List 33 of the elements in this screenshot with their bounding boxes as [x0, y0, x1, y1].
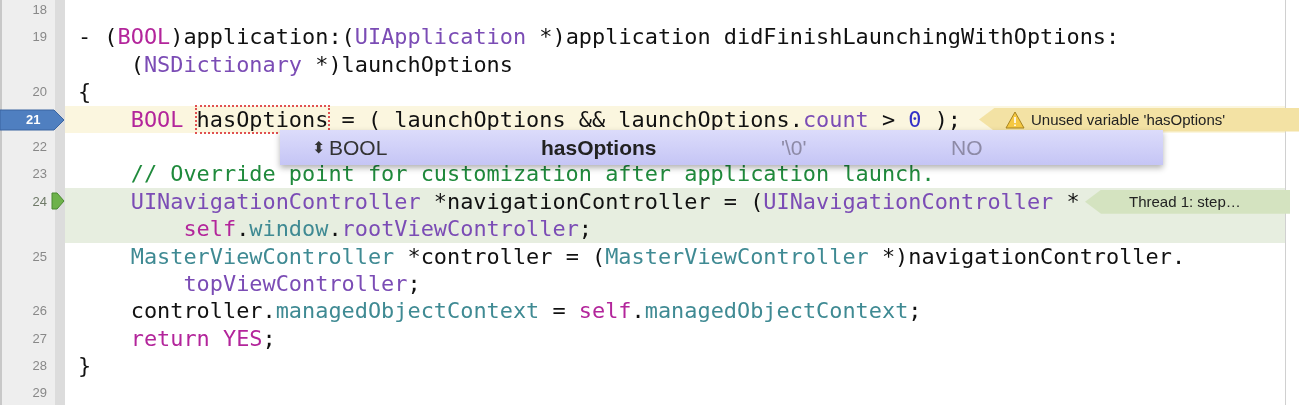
line-number: 24 [32, 193, 47, 209]
code-line: MasterViewController *controller = (MasterViewController *)navigationController. [129, 242, 1186, 270]
line-number: 18 [32, 2, 47, 17]
line-number: 23 [32, 166, 47, 182]
warning-icon [1005, 110, 1025, 129]
variable-name: hasOptions [541, 135, 658, 160]
code-line: topViewController; [182, 269, 421, 298]
character-value: '\0' [781, 135, 808, 160]
code-line: { [78, 78, 92, 106]
line-number: 22 [32, 138, 47, 154]
code-line: controller.managedObjectContext = self.managedObjectContext; [129, 297, 922, 325]
code-line: (NSDictionary *)launchOptions [129, 50, 513, 79]
breakpoint-marker-icon[interactable] [0, 108, 66, 131]
code-line: } [78, 352, 92, 380]
line-number: 29 [32, 385, 47, 401]
stepper-icon[interactable]: ⬍ [312, 138, 325, 157]
line-number: 19 [32, 29, 47, 45]
code-line: - (BOOL)application:(UIApplication *)application didFinishLaunchingWithOptions: [78, 23, 1120, 51]
code-line: BOOL hasOptions = ( launchOptions && launchOptions.count > 0 ); [129, 105, 962, 133]
warning-bubble[interactable]: Unused variable 'hasOptions' [979, 107, 1299, 132]
code-line: // Override point for customization after application launch. [129, 160, 935, 188]
line-number: 27 [32, 330, 47, 346]
line-number: 28 [32, 358, 47, 374]
warning-message: Unused variable 'hasOptions' [1031, 111, 1226, 129]
line-number: 21 [26, 111, 41, 127]
variable-value: NO [951, 135, 983, 160]
code-line: UINavigationController *navigationController = (UINavigationController * [129, 187, 1080, 216]
code-line: return YES; [129, 324, 276, 353]
line-number: 26 [32, 303, 47, 319]
code-line: self.window.rootViewController; [182, 215, 592, 243]
line-number: 25 [32, 248, 47, 264]
variable-type: BOOL [329, 135, 389, 160]
line-number: 20 [32, 84, 47, 100]
